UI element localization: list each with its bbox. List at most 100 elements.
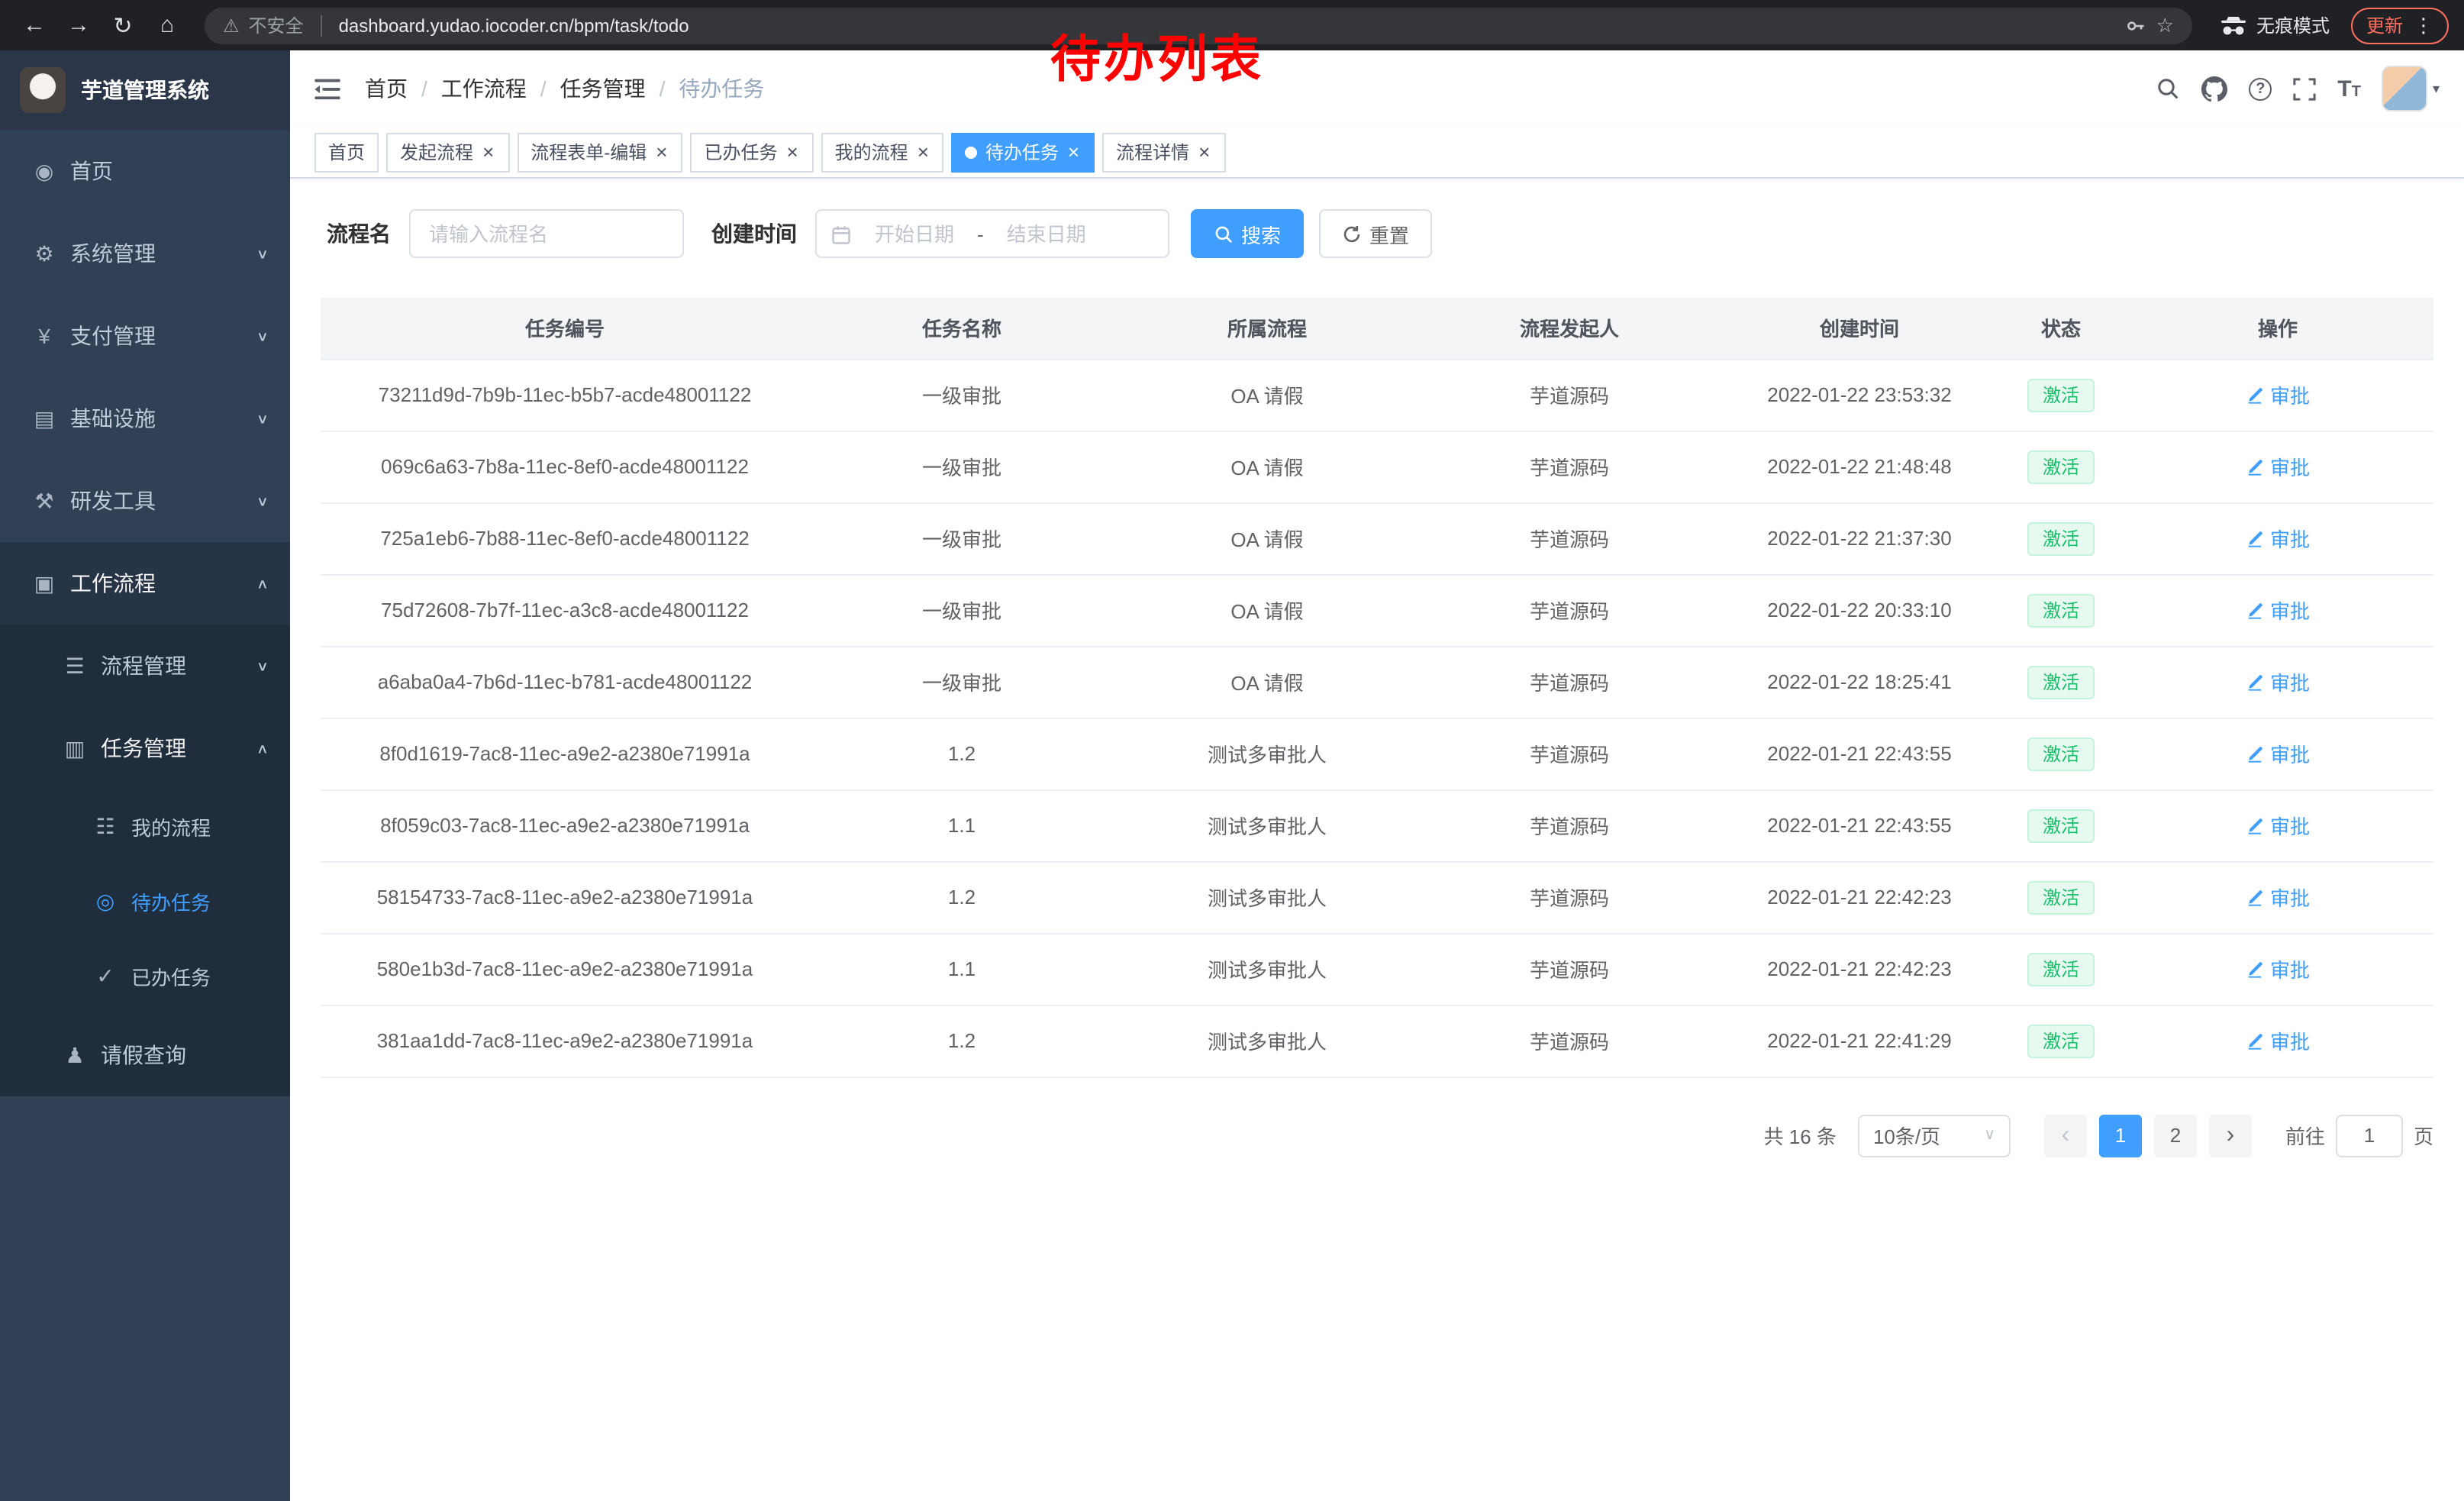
active-dot: [966, 146, 978, 158]
process-name-input[interactable]: [409, 209, 684, 258]
task-name-cell: 1.1: [809, 933, 1114, 1005]
page-button-2[interactable]: 2: [2154, 1114, 2197, 1157]
table-row: 75d72608-7b7f-11ec-a3c8-acde48001122一级审批…: [321, 574, 2433, 646]
approve-button[interactable]: 审批: [2246, 883, 2310, 912]
font-size-icon[interactable]: TT: [2337, 77, 2361, 100]
approve-button[interactable]: 审批: [2246, 380, 2310, 409]
done-icon: ✓: [92, 964, 119, 989]
sidebar-item-4[interactable]: ⚒研发工具∨: [0, 460, 290, 542]
tab-6[interactable]: 流程详情×: [1102, 132, 1225, 172]
tab-5[interactable]: 待办任务×: [952, 132, 1095, 172]
status-cell: 激活: [2000, 574, 2122, 646]
close-icon[interactable]: ×: [481, 142, 495, 162]
tab-label: 发起流程: [400, 139, 473, 165]
content: 流程名 创建时间 - 搜索: [290, 179, 2464, 1501]
address-bar[interactable]: ⚠ 不安全 dashboard.yudao.iocoder.cn/bpm/tas…: [205, 7, 2192, 44]
tab-1[interactable]: 发起流程 ×: [386, 132, 509, 172]
sidebar-item-label: 支付管理: [70, 321, 256, 351]
status-badge: 激活: [2027, 665, 2095, 699]
approve-button[interactable]: 审批: [2246, 954, 2310, 983]
search-icon[interactable]: [2156, 76, 2180, 101]
status-badge: 激活: [2027, 952, 2095, 986]
divider: [321, 15, 322, 36]
sidebar-item-9[interactable]: ◎待办任务: [0, 864, 290, 939]
back-button[interactable]: ←: [15, 6, 53, 44]
sidebar-item-1[interactable]: ⚙系统管理∨: [0, 212, 290, 295]
close-icon[interactable]: ×: [654, 142, 669, 162]
forward-button[interactable]: →: [60, 6, 98, 44]
sidebar-item-5[interactable]: ▣工作流程∧: [0, 542, 290, 625]
sidebar-toggle-icon[interactable]: [314, 77, 340, 100]
prev-page-button[interactable]: ‹: [2044, 1114, 2087, 1157]
approve-button[interactable]: 审批: [2246, 667, 2310, 696]
page-button-1[interactable]: 1: [2099, 1114, 2142, 1157]
avatar-dropdown[interactable]: ▾: [2382, 66, 2440, 111]
column-header: 状态: [2000, 298, 2122, 359]
date-range-picker[interactable]: -: [815, 209, 1169, 258]
reset-button[interactable]: 重置: [1319, 209, 1432, 258]
screen: ← → ↻ ⌂ ⚠ 不安全 dashboard.yudao.iocoder.cn…: [0, 0, 2464, 1501]
tab-2[interactable]: 流程表单-编辑 ×: [517, 132, 682, 172]
sidebar-item-3[interactable]: ▤基础设施∨: [0, 377, 290, 460]
home-button[interactable]: ⌂: [148, 6, 186, 44]
help-icon[interactable]: ?: [2249, 77, 2272, 100]
approve-button[interactable]: 审批: [2246, 739, 2310, 768]
status-cell: 激活: [2000, 431, 2122, 502]
task-id-cell: 069c6a63-7b8a-11ec-8ef0-acde48001122: [321, 431, 809, 502]
process-cell: 测试多审批人: [1114, 789, 1420, 861]
search-button[interactable]: 搜索: [1191, 209, 1304, 258]
tab-0[interactable]: 首页: [314, 132, 379, 172]
created-time-cell: 2022-01-22 18:25:41: [1719, 646, 2000, 718]
breadcrumb-item-1[interactable]: 工作流程: [441, 73, 527, 104]
start-date-input[interactable]: [858, 222, 971, 245]
approve-button[interactable]: 审批: [2246, 524, 2310, 553]
tab-3[interactable]: 已办任务×: [690, 132, 813, 172]
process-cell: OA 请假: [1114, 574, 1420, 646]
column-header: 流程发起人: [1420, 298, 1719, 359]
sidebar-item-10[interactable]: ✓已办任务: [0, 939, 290, 1014]
browser-menu-icon[interactable]: ⋮: [2414, 13, 2433, 37]
process-cell: 测试多审批人: [1114, 861, 1420, 933]
goto-suffix: 页: [2414, 1121, 2433, 1150]
approve-button[interactable]: 审批: [2246, 1026, 2310, 1055]
next-page-button[interactable]: ›: [2209, 1114, 2252, 1157]
page-size-select[interactable]: 10条/页 ∨: [1858, 1114, 2011, 1157]
initiator-cell: 芋道源码: [1420, 789, 1719, 861]
sidebar-menu: ◉首页⚙系统管理∨¥支付管理∨▤基础设施∨⚒研发工具∨▣工作流程∧☰流程管理∨▥…: [0, 130, 290, 1096]
star-icon[interactable]: ☆: [2156, 13, 2174, 37]
close-icon[interactable]: ×: [1197, 142, 1211, 162]
process-cell: 测试多审批人: [1114, 1005, 1420, 1077]
approve-button[interactable]: 审批: [2246, 452, 2310, 481]
breadcrumb-item-2[interactable]: 任务管理: [560, 73, 646, 104]
approve-label: 审批: [2270, 667, 2310, 696]
logo[interactable]: 芋道管理系统: [0, 50, 290, 130]
close-icon[interactable]: ×: [785, 142, 799, 162]
end-date-input[interactable]: [990, 222, 1103, 245]
sidebar-item-8[interactable]: ☷我的流程: [0, 789, 290, 864]
fullscreen-icon[interactable]: [2293, 77, 2316, 100]
github-icon[interactable]: [2201, 76, 2227, 102]
sidebar-item-11[interactable]: ♟请假查询: [0, 1014, 290, 1096]
approve-button[interactable]: 审批: [2246, 811, 2310, 840]
status-cell: 激活: [2000, 789, 2122, 861]
sidebar-item-7[interactable]: ▥任务管理∧: [0, 707, 290, 789]
close-icon[interactable]: ×: [1066, 142, 1081, 162]
update-button[interactable]: 更新 ⋮: [2351, 7, 2449, 44]
breadcrumb-item-0[interactable]: 首页: [365, 73, 408, 104]
sidebar-item-0[interactable]: ◉首页: [0, 130, 290, 212]
tab-label: 流程表单-编辑: [531, 139, 647, 165]
reload-button[interactable]: ↻: [104, 6, 142, 44]
sidebar-item-2[interactable]: ¥支付管理∨: [0, 295, 290, 377]
table-row: 381aa1dd-7ac8-11ec-a9e2-a2380e71991a1.2测…: [321, 1005, 2433, 1077]
avatar: [2382, 66, 2428, 111]
key-icon[interactable]: [2126, 15, 2147, 36]
sidebar-item-6[interactable]: ☰流程管理∨: [0, 625, 290, 707]
approve-button[interactable]: 审批: [2246, 596, 2310, 625]
edit-icon: [2246, 888, 2264, 906]
close-icon[interactable]: ×: [916, 142, 930, 162]
task-id-cell: 75d72608-7b7f-11ec-a3c8-acde48001122: [321, 574, 809, 646]
goto-page-input[interactable]: [2336, 1114, 2403, 1157]
tab-4[interactable]: 我的流程×: [821, 132, 944, 172]
task-name-cell: 1.2: [809, 718, 1114, 789]
task-id-cell: 8f0d1619-7ac8-11ec-a9e2-a2380e71991a: [321, 718, 809, 789]
